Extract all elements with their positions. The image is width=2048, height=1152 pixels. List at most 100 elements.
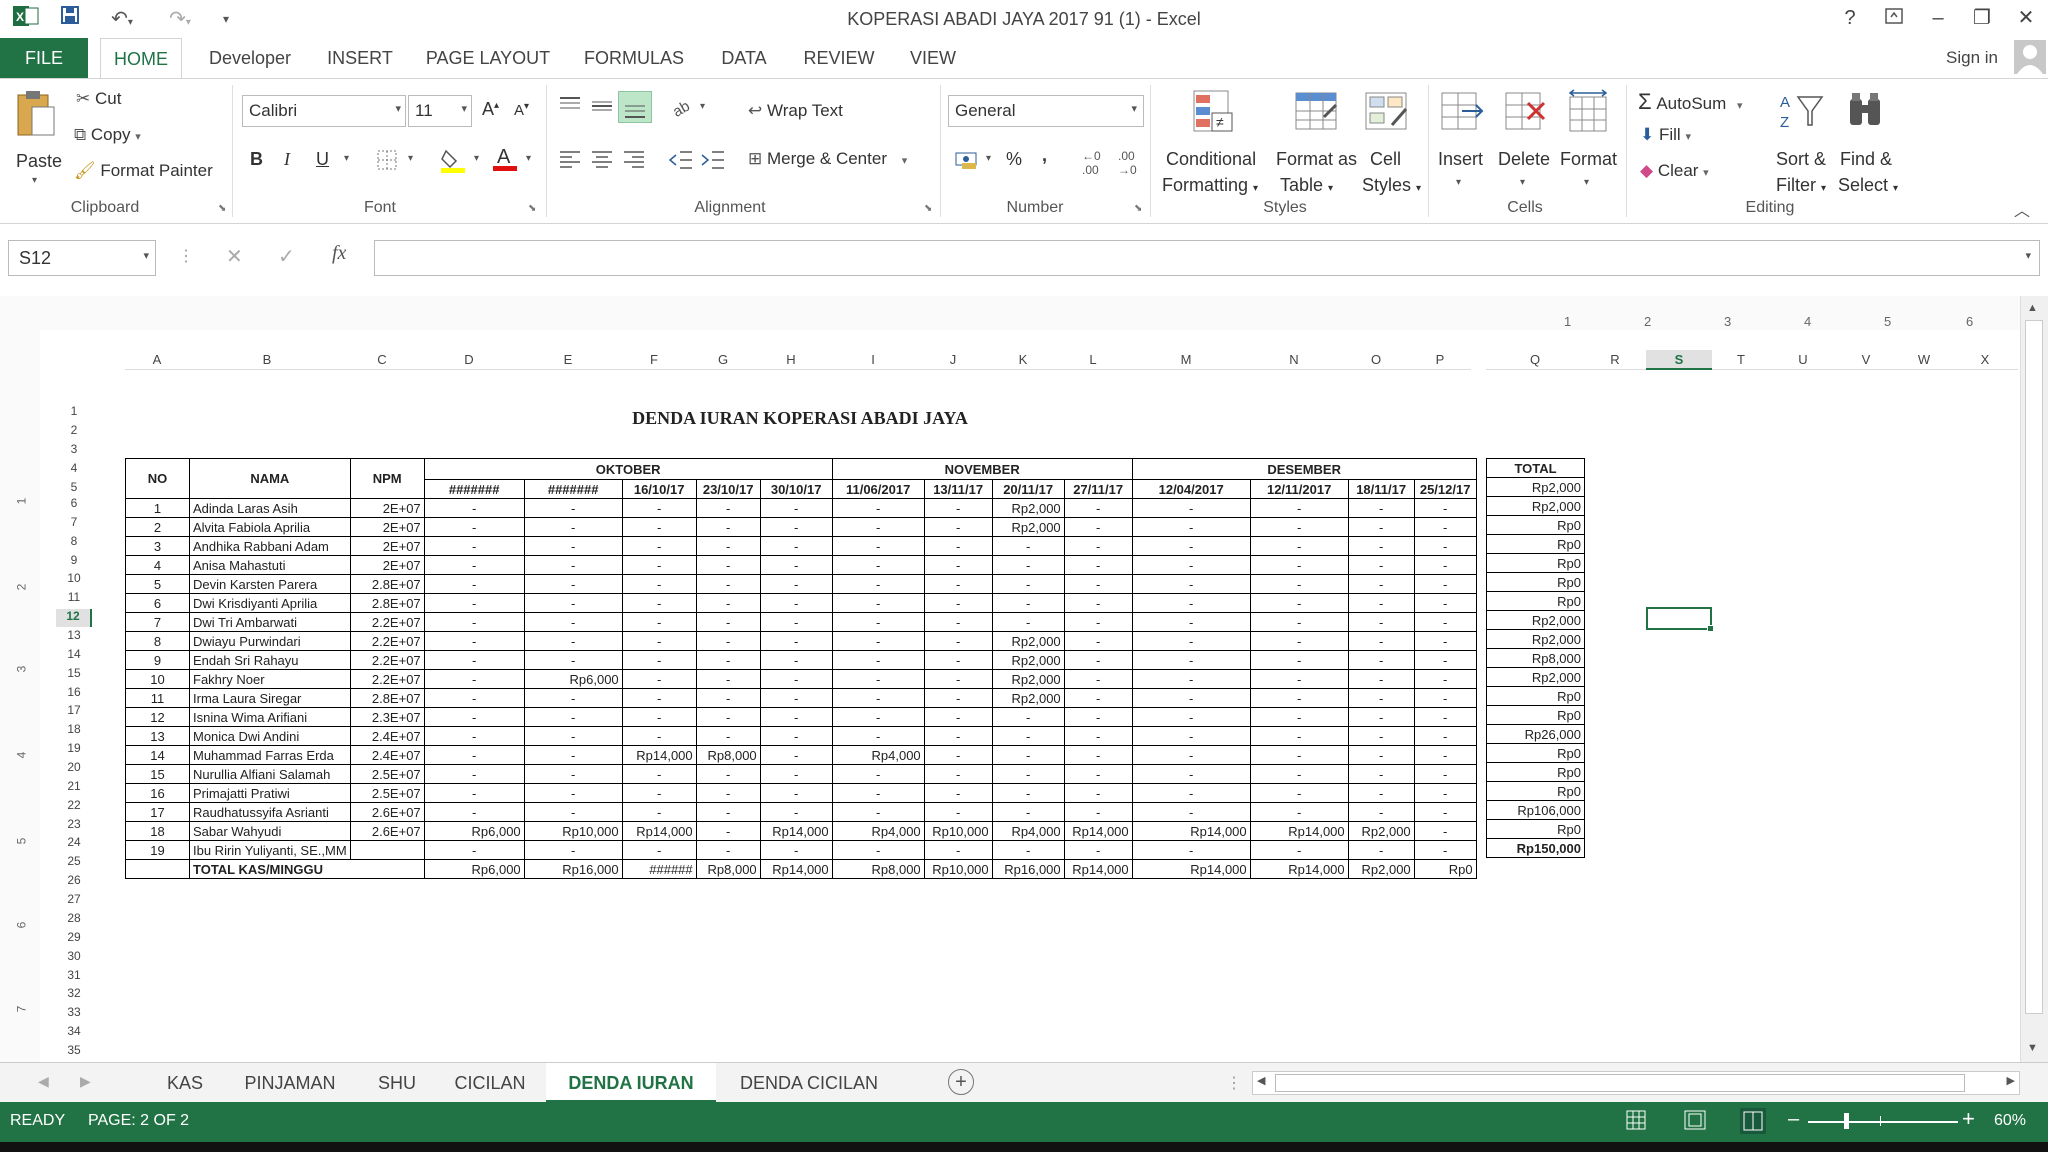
table-cell[interactable]: - (423, 840, 525, 860)
table-cell[interactable]: - (695, 726, 761, 746)
table-cell[interactable]: - (831, 726, 925, 746)
table-cell[interactable]: - (831, 688, 925, 708)
font-size-select[interactable]: 11 ▾ (408, 95, 472, 127)
table-cell[interactable]: - (1063, 498, 1133, 518)
table-cell[interactable]: - (923, 764, 993, 784)
table-cell[interactable]: - (759, 650, 833, 670)
column-header[interactable]: N (1245, 350, 1343, 370)
table-cell[interactable]: - (423, 555, 525, 575)
normal-view-icon[interactable] (1626, 1110, 1646, 1135)
table-cell[interactable]: - (523, 498, 623, 518)
table-cell[interactable]: - (991, 612, 1065, 632)
conditional-formatting-button[interactable]: ≠ Conditional Formatting ▾ (1162, 87, 1266, 197)
table-cell[interactable]: - (1347, 669, 1415, 689)
table-cell[interactable]: - (423, 726, 525, 746)
table-cell[interactable]: Dwi Krisdiyanti Aprilia (189, 593, 351, 613)
header-date[interactable]: 27/11/17 (1063, 479, 1133, 499)
table-cell[interactable]: Rp2,000 (991, 688, 1065, 708)
table-cell[interactable]: - (695, 707, 761, 727)
table-cell[interactable]: 10 (125, 669, 190, 689)
table-cell[interactable]: - (831, 631, 925, 651)
scroll-up-icon[interactable]: ▲ (2027, 302, 2038, 314)
table-cell[interactable]: Rp6,000 (523, 669, 623, 689)
table-cell[interactable]: - (1131, 517, 1251, 537)
table-cell[interactable]: - (423, 745, 525, 765)
table-cell[interactable]: - (923, 726, 993, 746)
table-cell[interactable]: - (831, 536, 925, 556)
table-cell[interactable]: - (1131, 764, 1251, 784)
table-cell[interactable]: - (1249, 555, 1349, 575)
table-cell[interactable]: - (923, 555, 993, 575)
table-cell[interactable]: - (759, 593, 833, 613)
sign-in-link[interactable]: Sign in (1936, 38, 2008, 78)
table-cell[interactable]: Rp0 (1486, 553, 1585, 573)
table-cell[interactable]: Rp0 (1486, 686, 1585, 706)
percent-button[interactable]: % (1006, 149, 1022, 170)
table-cell[interactable]: - (1347, 840, 1415, 860)
scroll-tabs-left-icon[interactable]: ◀ (38, 1073, 49, 1090)
table-cell[interactable]: - (523, 631, 623, 651)
table-cell[interactable]: - (1347, 555, 1415, 575)
table-cell[interactable]: - (831, 498, 925, 518)
table-cell[interactable]: 2.2E+07 (349, 650, 425, 670)
tab-file[interactable]: FILE (0, 38, 88, 78)
table-cell[interactable]: - (621, 574, 697, 594)
table-cell[interactable]: - (523, 536, 623, 556)
table-cell[interactable]: Raudhatussyifa Asrianti (189, 802, 351, 822)
font-launcher-icon[interactable]: ⬊ (528, 203, 536, 214)
insert-cells-button[interactable]: Insert ▾ (1436, 87, 1486, 197)
table-cell[interactable]: 2.4E+07 (349, 726, 425, 746)
column-header[interactable]: V (1836, 350, 1896, 370)
table-cell[interactable]: - (759, 802, 833, 822)
column-header[interactable]: R (1584, 350, 1646, 370)
total-label[interactable]: TOTAL KAS/MINGGU (189, 859, 425, 879)
table-cell[interactable]: - (1413, 631, 1477, 651)
table-cell[interactable]: Irma Laura Siregar (189, 688, 351, 708)
table-cell[interactable]: - (923, 631, 993, 651)
table-cell[interactable]: - (695, 593, 761, 613)
table-cell[interactable]: Rp2,000 (1486, 610, 1585, 630)
table-cell[interactable]: - (991, 593, 1065, 613)
page-layout-view-icon[interactable] (1684, 1110, 1706, 1135)
table-cell[interactable]: - (523, 783, 623, 803)
underline-icon[interactable]: U (316, 149, 329, 170)
header-date[interactable]: 25/12/17 (1413, 479, 1477, 499)
total-cell[interactable]: Rp14,000 (759, 859, 833, 879)
table-cell[interactable]: - (1249, 726, 1349, 746)
table-cell[interactable]: Primajatti Pratiwi (189, 783, 351, 803)
fill-dropdown-icon[interactable]: ▾ (1685, 131, 1691, 143)
table-cell[interactable]: Monica Dwi Andini (189, 726, 351, 746)
format-cells-button[interactable]: Format ▾ (1560, 87, 1618, 197)
table-cell[interactable]: 2.8E+07 (349, 688, 425, 708)
table-cell[interactable]: - (991, 745, 1065, 765)
paste-button[interactable]: Paste ▾ (12, 89, 62, 186)
table-cell[interactable]: - (523, 707, 623, 727)
table-cell[interactable]: Dwi Tri Ambarwati (189, 612, 351, 632)
table-cell[interactable]: Rp14,000 (1249, 821, 1349, 841)
table-cell[interactable]: Adinda Laras Asih (189, 498, 351, 518)
table-cell[interactable]: - (923, 593, 993, 613)
table-cell[interactable]: Alvita Fabiola Aprilia (189, 517, 351, 537)
table-cell[interactable]: - (1347, 802, 1415, 822)
tab-insert[interactable]: INSERT (316, 38, 404, 78)
table-cell[interactable]: 2.6E+07 (349, 821, 425, 841)
table-cell[interactable]: 9 (125, 650, 190, 670)
table-cell[interactable]: - (1347, 612, 1415, 632)
table-cell[interactable]: - (759, 555, 833, 575)
table-cell[interactable]: 2.2E+07 (349, 612, 425, 632)
table-cell[interactable]: Rp0 (1486, 819, 1585, 839)
table-cell[interactable]: - (695, 802, 761, 822)
table-cell[interactable]: Andhika Rabbani Adam (189, 536, 351, 556)
format-as-table-button[interactable]: Format as Table ▾ (1276, 87, 1360, 197)
decrease-indent-icon[interactable] (668, 149, 694, 176)
table-cell[interactable]: - (1413, 555, 1477, 575)
zoom-slider[interactable] (1808, 1121, 1958, 1123)
table-cell[interactable]: - (1347, 650, 1415, 670)
header-date[interactable]: 12/04/2017 (1131, 479, 1251, 499)
header-date[interactable]: 30/10/17 (759, 479, 833, 499)
number-format-select[interactable]: General ▾ (948, 95, 1144, 127)
table-cell[interactable]: Rp14,000 (621, 821, 697, 841)
column-header[interactable]: L (1059, 350, 1127, 370)
table-cell[interactable]: Rp2,000 (991, 631, 1065, 651)
table-cell[interactable]: - (831, 650, 925, 670)
